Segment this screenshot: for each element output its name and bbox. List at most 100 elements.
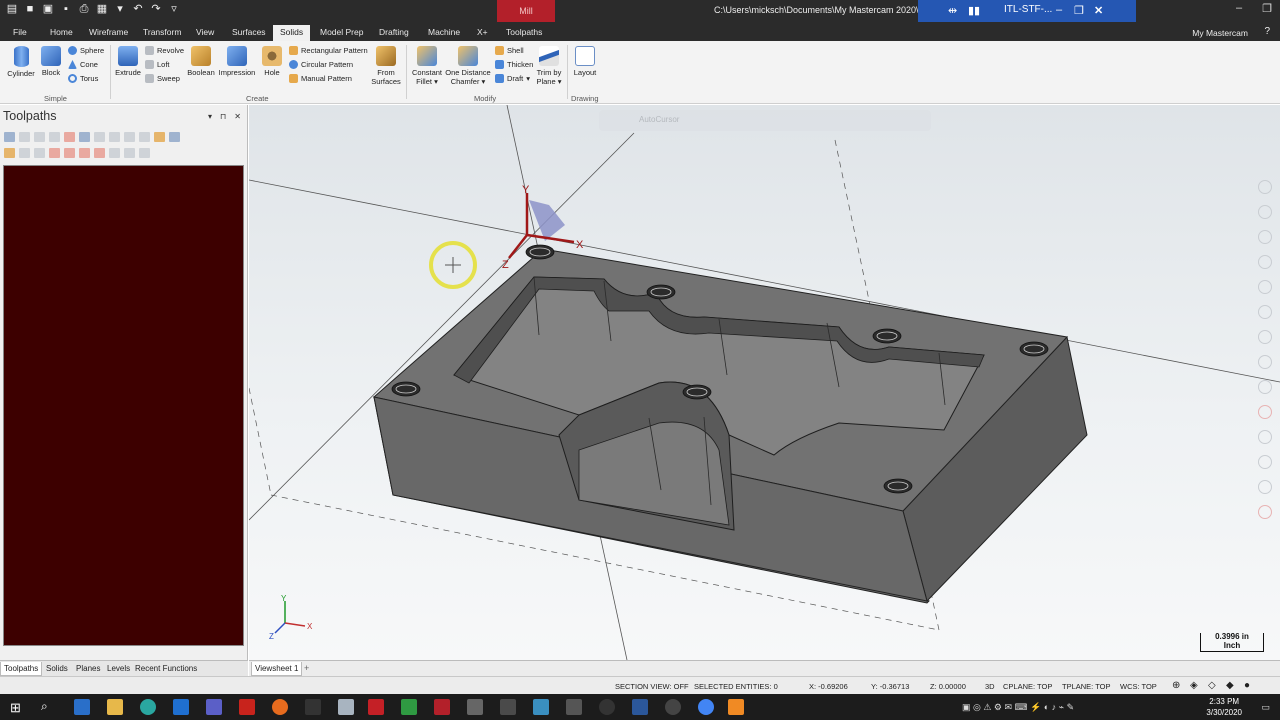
wcs-status[interactable]: WCS: TOP (1120, 682, 1157, 691)
menu-solids[interactable]: Solids (273, 25, 311, 41)
app-icon[interactable] (500, 699, 516, 715)
app-icon[interactable] (533, 699, 549, 715)
revolve-button[interactable]: Revolve (145, 46, 184, 55)
new-icon[interactable]: ▤ (6, 3, 18, 15)
mode-3d[interactable]: 3D (985, 682, 995, 691)
verify-icon[interactable] (79, 132, 90, 142)
quick-mask-groups-icon[interactable] (1258, 430, 1272, 444)
save-icon[interactable]: ■ (24, 3, 36, 15)
color-icon[interactable]: ● (1244, 680, 1250, 691)
viewsheet-tab[interactable]: Viewsheet 1 (251, 662, 303, 676)
app-icon[interactable] (599, 699, 615, 715)
graphics-viewport[interactable]: Y X Z Y X Z AutoCursor 0.3996 in Inch (249, 105, 1280, 660)
toggle-icon[interactable] (4, 148, 15, 158)
file-explorer-icon[interactable] (107, 699, 123, 715)
loft-button[interactable]: Loft (145, 60, 170, 69)
boolean-button[interactable]: Boolean (185, 46, 217, 77)
lock-icon[interactable] (154, 132, 165, 142)
app-icon[interactable] (338, 699, 354, 715)
help-icon[interactable]: ? (1264, 26, 1270, 37)
minimize-icon[interactable]: ‒ (1056, 4, 1062, 16)
select-all-icon[interactable] (4, 132, 15, 142)
quick-mask-level-icon[interactable] (1258, 455, 1272, 469)
outlook-icon[interactable] (173, 699, 189, 715)
one-distance-chamfer-button[interactable]: One Distance Chamfer ▾ (444, 46, 492, 86)
wireframe-icon[interactable]: ◇ (1208, 680, 1216, 691)
select-icon[interactable] (19, 132, 30, 142)
from-surfaces-button[interactable]: From Surfaces (370, 46, 402, 86)
menu-file[interactable]: File (13, 27, 27, 37)
task-view-icon[interactable] (74, 699, 90, 715)
edge-icon[interactable] (140, 699, 156, 715)
quick-mask-results-icon[interactable] (1258, 405, 1272, 419)
menu-home[interactable]: Home (50, 27, 73, 37)
shell-button[interactable]: Shell (495, 46, 524, 55)
impression-button[interactable]: Impression (217, 46, 257, 77)
cube-icon[interactable]: ◈ (1190, 680, 1198, 691)
chrome-icon[interactable] (698, 699, 714, 715)
quick-mask-color-icon[interactable] (1258, 480, 1272, 494)
quick-mask-splines-icon[interactable] (1258, 255, 1272, 269)
scroll-icon[interactable] (94, 148, 105, 158)
mastercam-icon[interactable] (434, 699, 450, 715)
system-clock[interactable]: 2:33 PM 3/30/2020 (1206, 696, 1242, 718)
menu-toolpaths[interactable]: Toolpaths (506, 27, 542, 37)
pin-icon[interactable]: ▾ (114, 3, 126, 15)
collapse-icon[interactable] (139, 148, 150, 158)
pin-icon[interactable]: ⇹ (948, 4, 957, 17)
draft-button[interactable]: Draft ▾ (495, 74, 530, 83)
redo-icon[interactable]: ↷ (150, 3, 162, 15)
word-icon[interactable] (632, 699, 648, 715)
menu-view[interactable]: View (196, 27, 214, 37)
panel-pin-icon[interactable]: ⊓ (220, 112, 226, 121)
trim-by-plane-button[interactable]: Trim by Plane ▾ (534, 46, 564, 86)
teams-icon[interactable] (206, 699, 222, 715)
tplane-status[interactable]: TPLANE: TOP (1062, 682, 1111, 691)
print-icon[interactable]: ⎙ (78, 3, 90, 15)
app-icon[interactable] (728, 699, 744, 715)
cylinder-button[interactable]: Cylinder (6, 46, 36, 78)
tab-levels[interactable]: Levels (107, 664, 130, 673)
backplot-icon[interactable] (109, 132, 120, 142)
regen-dirty-icon[interactable] (49, 132, 60, 142)
add-viewsheet-icon[interactable]: + (304, 663, 309, 673)
restore-icon[interactable]: ❐ (1074, 4, 1084, 17)
move-down-icon[interactable] (49, 148, 60, 158)
rectangular-pattern-button[interactable]: Rectangular Pattern (289, 46, 368, 55)
quick-mask-solids-icon[interactable] (1258, 330, 1272, 344)
operations-manager-area[interactable] (3, 165, 244, 646)
tab-planes[interactable]: Planes (76, 664, 100, 673)
notifications-icon[interactable]: ▭ (1261, 702, 1270, 713)
quick-mask-points-icon[interactable] (1258, 180, 1272, 194)
section-view-status[interactable]: SECTION VIEW: OFF (615, 682, 689, 691)
single-op-icon[interactable] (109, 148, 120, 158)
post-icon[interactable] (124, 132, 135, 142)
undo-icon[interactable]: ↶ (132, 3, 144, 15)
quick-mask-faces-icon[interactable] (1258, 355, 1272, 369)
windows-start-icon[interactable]: ⊞ (10, 700, 21, 716)
acrobat-icon[interactable] (239, 699, 255, 715)
app-icon[interactable] (305, 699, 321, 715)
post-toggle-icon[interactable] (34, 148, 45, 158)
regen-icon[interactable] (34, 132, 45, 142)
selection-toolbar[interactable]: AutoCursor (599, 110, 931, 131)
simulate-icon[interactable] (94, 132, 105, 142)
quick-mask-dimensions-icon[interactable] (1258, 305, 1272, 319)
sphere-button[interactable]: Sphere (68, 46, 104, 55)
manual-pattern-button[interactable]: Manual Pattern (289, 74, 352, 83)
menu-xplus[interactable]: X+ (477, 27, 488, 37)
cone-button[interactable]: Cone (68, 60, 98, 69)
save-as-icon[interactable]: ▪ (60, 3, 72, 15)
menu-wireframe[interactable]: Wireframe (89, 27, 128, 37)
quick-mask-clear-icon[interactable] (1258, 505, 1272, 519)
tab-toolpaths[interactable]: Toolpaths (0, 662, 43, 676)
app-icon[interactable] (665, 699, 681, 715)
close-icon[interactable]: ✕ (1094, 4, 1103, 17)
restore-icon[interactable]: ❐ (1262, 2, 1272, 15)
app-icon[interactable] (467, 699, 483, 715)
sweep-button[interactable]: Sweep (145, 74, 180, 83)
firefox-icon[interactable] (272, 699, 288, 715)
autocursor-label[interactable]: AutoCursor (639, 115, 679, 124)
minimize-icon[interactable]: ‒ (1236, 2, 1242, 15)
print-preview-icon[interactable]: ▦ (96, 3, 108, 15)
